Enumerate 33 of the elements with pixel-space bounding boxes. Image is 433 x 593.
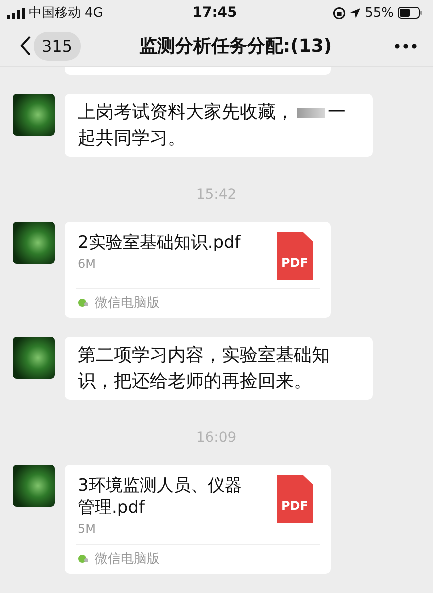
back-chevron-icon (20, 36, 32, 56)
app-logo-icon (78, 298, 89, 308)
file-message-card[interactable]: 3环境监测人员、仪器管理.pdf 5M PDF 微信电脑版 (65, 465, 331, 574)
file-size: 5M (78, 522, 97, 536)
avatar-photo-placeholder[interactable] (13, 337, 55, 379)
signal-icon (7, 8, 25, 18)
back-button[interactable]: 315 (20, 32, 81, 60)
pdf-file-icon: PDF (277, 475, 313, 523)
more-dots-icon (395, 44, 417, 48)
chat-title: 监测分析任务分配:(13) (138, 35, 334, 58)
file-name: 3环境监测人员、仪器管理.pdf (78, 475, 243, 519)
avatar-photo-placeholder[interactable] (13, 222, 55, 264)
file-size: 6M (78, 257, 97, 271)
battery-percent: 55% (365, 6, 394, 20)
rotation-lock-icon (333, 6, 346, 20)
source-label: 微信电脑版 (95, 551, 160, 568)
pdf-file-icon: PDF (277, 232, 313, 280)
file-name: 2实验室基础知识.pdf (78, 232, 242, 254)
network-type: 4G (85, 6, 104, 20)
avatar-photo-placeholder[interactable] (13, 94, 55, 136)
timestamp: 15:42 (195, 187, 238, 203)
app-logo-icon (78, 554, 89, 564)
timestamp: 16:09 (195, 430, 238, 446)
battery-icon (398, 7, 424, 19)
unread-count: 315 (34, 32, 81, 60)
file-message-card[interactable]: 2实验室基础知识.pdf 6M PDF 微信电脑版 (65, 222, 331, 318)
source-label: 微信电脑版 (95, 295, 160, 312)
clock-time: 17:45 (192, 5, 238, 21)
avatar-photo-placeholder[interactable] (13, 465, 55, 507)
message-text: 上岗考试资料大家先收藏， 一起共同学习。 (65, 94, 373, 157)
message-text: 第二项学习内容，实验室基础知识，把还给老师的再捡回来。 (65, 337, 373, 400)
carrier-name: 中国移动 (29, 5, 81, 22)
location-arrow-icon (350, 8, 362, 18)
